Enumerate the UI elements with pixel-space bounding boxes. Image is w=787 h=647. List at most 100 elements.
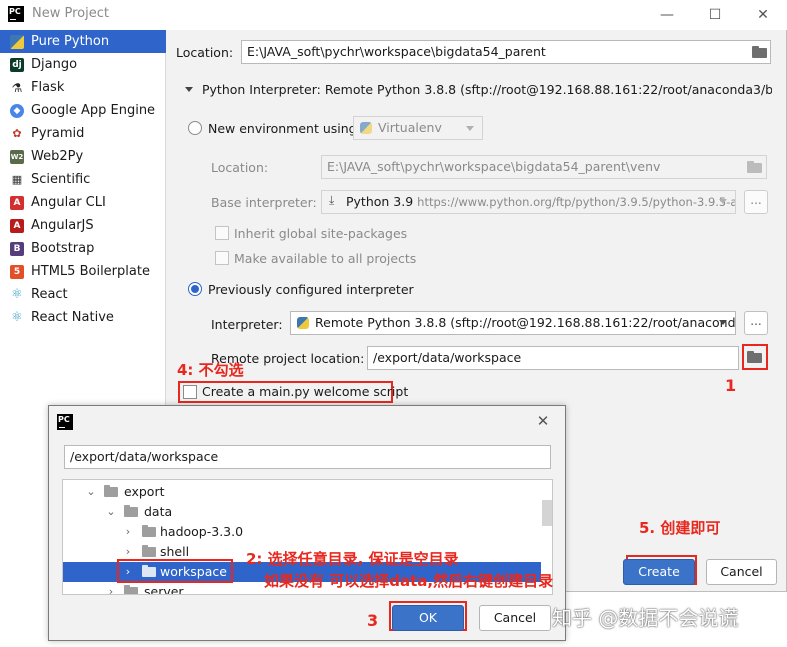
project-type-label: React [31,287,68,302]
path-value: /export/data/workspace [70,449,219,464]
project-type-angularjs[interactable]: A AngularJS [0,214,166,237]
environment-tool-value: Virtualenv [378,120,442,135]
venv-location-label: Location: [211,160,269,175]
previously-configured-radio[interactable] [188,282,202,296]
project-type-label: Angular CLI [31,195,106,210]
interpreter-browse-button[interactable]: ... [744,311,768,335]
interpreter-value: Remote Python 3.8.8 (sftp://root@192.168… [315,315,736,330]
project-type-html5-boilerplate[interactable]: 5 HTML5 Boilerplate [0,260,166,283]
minimize-button[interactable]: — [656,4,678,26]
base-interpreter-select[interactable]: Python 3.9 https://www.python.org/ftp/py… [321,190,736,214]
react-icon: ⚛ [11,287,23,302]
remote-location-value: /export/data/workspace [373,350,522,365]
interpreter-label: Interpreter: [211,317,283,332]
bootstrap-icon: B [10,242,24,256]
collapse-triangle-icon[interactable] [185,87,193,92]
base-interpreter-label: Base interpreter: [211,195,317,210]
dialog-close-button[interactable]: ✕ [532,410,554,432]
tree-row-hadoop[interactable]: › hadoop-3.3.0 [63,522,541,542]
project-type-angular-cli[interactable]: A Angular CLI [0,191,166,214]
tree-scrollbar[interactable] [542,500,552,526]
browse-folder-icon[interactable] [751,45,769,59]
project-type-scientific[interactable]: ▦ Scientific [0,168,166,191]
cancel-button[interactable]: Cancel [706,559,777,585]
tree-row-label: data [144,504,173,519]
select-folder-dialog: PC ✕ /export/data/workspace ⌄ export ⌄ d… [48,405,566,641]
browse-folder-icon[interactable] [746,350,764,364]
pycharm-logo-icon: PC [8,6,24,22]
path-input[interactable]: /export/data/workspace [64,445,551,469]
interpreter-select[interactable]: Remote Python 3.8.8 (sftp://root@192.168… [290,311,736,335]
scientific-icon: ▦ [11,173,23,186]
base-interpreter-url: https://www.python.org/ftp/python/3.9.5/… [417,195,736,209]
flask-icon: ⚗ [11,81,23,95]
project-type-label: Pure Python [31,34,110,49]
dialog-cancel-button[interactable]: Cancel [479,605,551,631]
folder-icon [124,505,138,517]
project-type-google-app-engine[interactable]: ◆ Google App Engine [0,99,166,122]
interpreter-section-header[interactable]: Python Interpreter: Remote Python 3.8.8 … [202,82,772,97]
inherit-packages-label: Inherit global site-packages [234,226,408,241]
project-type-label: React Native [31,310,114,325]
project-type-label: Flask [31,80,65,95]
web2py-icon: W2 [10,150,24,164]
project-type-label: Web2Py [31,149,84,164]
project-type-django[interactable]: dj Django [0,53,166,76]
annotation-step-2: 2: 选择任意目录, 保证是空目录 [246,550,459,568]
location-label: Location: [176,45,234,60]
close-window-button[interactable]: ✕ [752,4,774,26]
create-main-py-checkbox[interactable] [183,385,197,399]
make-available-label: Make available to all projects [234,251,417,266]
chevron-down-icon[interactable]: ⌄ [85,482,97,502]
inherit-packages-checkbox[interactable] [215,226,229,240]
tree-row-export[interactable]: ⌄ export [63,482,541,502]
tree-row-label: server [144,584,184,595]
make-available-checkbox[interactable] [215,251,229,265]
app-engine-icon: ◆ [10,104,24,118]
annotation-step-3: 3 [367,611,379,630]
project-type-label: Django [31,57,78,72]
annotation-step-1: 1 [725,376,737,395]
environment-tool-select[interactable]: Virtualenv [353,116,483,140]
pycharm-logo-icon: PC [57,414,73,430]
project-type-label: HTML5 Boilerplate [31,264,150,279]
project-type-label: Pyramid [31,126,85,141]
angular-icon: A [10,196,24,210]
create-button[interactable]: Create [623,559,695,585]
remote-python-icon [297,317,309,329]
project-type-flask[interactable]: ⚗ Flask [0,76,166,99]
annotation-step-5: 5. 创建即可 [639,519,721,537]
chevron-right-icon[interactable]: › [122,522,134,542]
annotation-step-2-note: 如果没有 可以选择data,然后右键创建目录 [264,572,554,590]
pyramid-icon: ✿ [12,127,22,140]
title-bar: PC New Project — ☐ ✕ [0,0,787,30]
project-type-label: Scientific [31,172,91,187]
new-environment-radio[interactable] [188,121,202,135]
project-type-react[interactable]: ⚛ React [0,283,166,306]
browse-folder-icon[interactable] [746,160,764,174]
tree-row-data[interactable]: ⌄ data [63,502,541,522]
python-icon [10,35,24,49]
chevron-down-icon[interactable]: ⌄ [105,502,117,522]
watermark: 知乎 @数据不会说谎 [552,606,739,630]
location-value: E:\JAVA_soft\pychr\workspace\bigdata54_p… [247,44,546,59]
venv-location-value: E:\JAVA_soft\pychr\workspace\bigdata54_p… [327,159,661,174]
venv-location-field[interactable]: E:\JAVA_soft\pychr\workspace\bigdata54_p… [321,155,767,179]
remote-location-field[interactable]: /export/data/workspace [367,346,739,370]
window-title: New Project [32,6,109,21]
base-interpreter-browse-button[interactable]: ... [744,190,768,214]
project-type-react-native[interactable]: ⚛ React Native [0,306,166,329]
location-field[interactable]: E:\JAVA_soft\pychr\workspace\bigdata54_p… [241,40,771,64]
project-type-pure-python[interactable]: Pure Python [0,30,166,53]
project-type-pyramid[interactable]: ✿ Pyramid [0,122,166,145]
maximize-button[interactable]: ☐ [704,4,726,26]
chevron-right-icon[interactable]: › [105,582,117,594]
project-type-label: Bootstrap [31,241,95,256]
ok-button[interactable]: OK [392,605,464,631]
angularjs-icon: A [10,219,24,233]
project-type-bootstrap[interactable]: B Bootstrap [0,237,166,260]
project-type-web2py[interactable]: W2 Web2Py [0,145,166,168]
django-icon: dj [10,58,24,72]
chevron-down-icon [466,126,474,131]
chevron-down-icon [719,320,727,325]
